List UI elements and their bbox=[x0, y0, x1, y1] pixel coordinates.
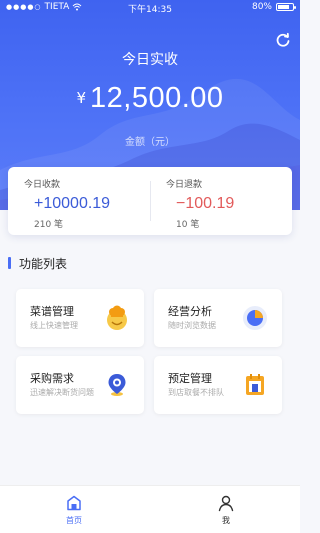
total-amount: ¥12,500.00 bbox=[0, 82, 300, 115]
tile-subtitle: 线上快速管理 bbox=[30, 321, 78, 330]
section-header: 功能列表 bbox=[8, 256, 68, 271]
status-bar: ●●●●○ TIETA 下午14:35 80% bbox=[0, 0, 300, 16]
pie-chart-icon bbox=[243, 306, 267, 330]
amount-unit-label: 金额（元） bbox=[125, 137, 175, 148]
refund-value: −100.19 bbox=[176, 195, 235, 212]
chef-icon bbox=[107, 305, 127, 330]
section-accent-bar bbox=[8, 257, 11, 269]
refund-label: 今日退款 bbox=[166, 180, 203, 190]
tile-title: 预定管理 bbox=[168, 372, 212, 385]
refund-stat[interactable]: 今日退款 −100.19 10 笔 bbox=[150, 167, 292, 235]
tile-purchase-demand[interactable]: 采购需求 迅速解决断货问题 bbox=[16, 356, 144, 414]
bottom-tab-bar: 首页 我 bbox=[0, 485, 300, 533]
home-icon bbox=[67, 495, 81, 511]
income-value: +10000.19 bbox=[34, 195, 111, 212]
hero-title: 今日实收 bbox=[122, 52, 178, 68]
amount-value: 12,500.00 bbox=[90, 82, 224, 114]
tile-subtitle: 到店取餐不排队 bbox=[168, 388, 224, 397]
refresh-icon[interactable] bbox=[274, 31, 292, 49]
income-stat[interactable]: 今日收款 +10000.19 210 笔 bbox=[8, 167, 150, 235]
tab-home[interactable]: 首页 bbox=[44, 494, 104, 526]
battery-icon bbox=[276, 3, 296, 11]
tile-business-analysis[interactable]: 经营分析 随时浏览数据 bbox=[154, 289, 282, 347]
tab-label: 首页 bbox=[66, 516, 82, 525]
stats-card: 今日收款 +10000.19 210 笔 今日退款 −100.19 10 笔 bbox=[8, 167, 292, 235]
tile-subtitle: 随时浏览数据 bbox=[168, 321, 216, 330]
tile-title: 菜谱管理 bbox=[30, 305, 74, 318]
user-icon bbox=[218, 495, 234, 512]
refund-count: 10 笔 bbox=[176, 220, 200, 230]
battery-percent: 80% bbox=[251, 2, 272, 12]
booking-icon bbox=[246, 374, 264, 395]
income-count: 210 笔 bbox=[34, 220, 64, 230]
location-pin-icon bbox=[108, 374, 126, 396]
tile-subtitle: 迅速解决断货问题 bbox=[30, 388, 94, 397]
tile-title: 经营分析 bbox=[168, 305, 212, 318]
income-label: 今日收款 bbox=[24, 180, 61, 190]
tile-menu-management[interactable]: 菜谱管理 线上快速管理 bbox=[16, 289, 144, 347]
section-title: 功能列表 bbox=[19, 256, 68, 271]
tab-me[interactable]: 我 bbox=[196, 494, 256, 526]
tile-reservation-management[interactable]: 预定管理 到店取餐不排队 bbox=[154, 356, 282, 414]
tile-title: 采购需求 bbox=[30, 372, 74, 385]
currency-symbol: ¥ bbox=[76, 89, 87, 107]
tab-label: 我 bbox=[222, 516, 230, 525]
